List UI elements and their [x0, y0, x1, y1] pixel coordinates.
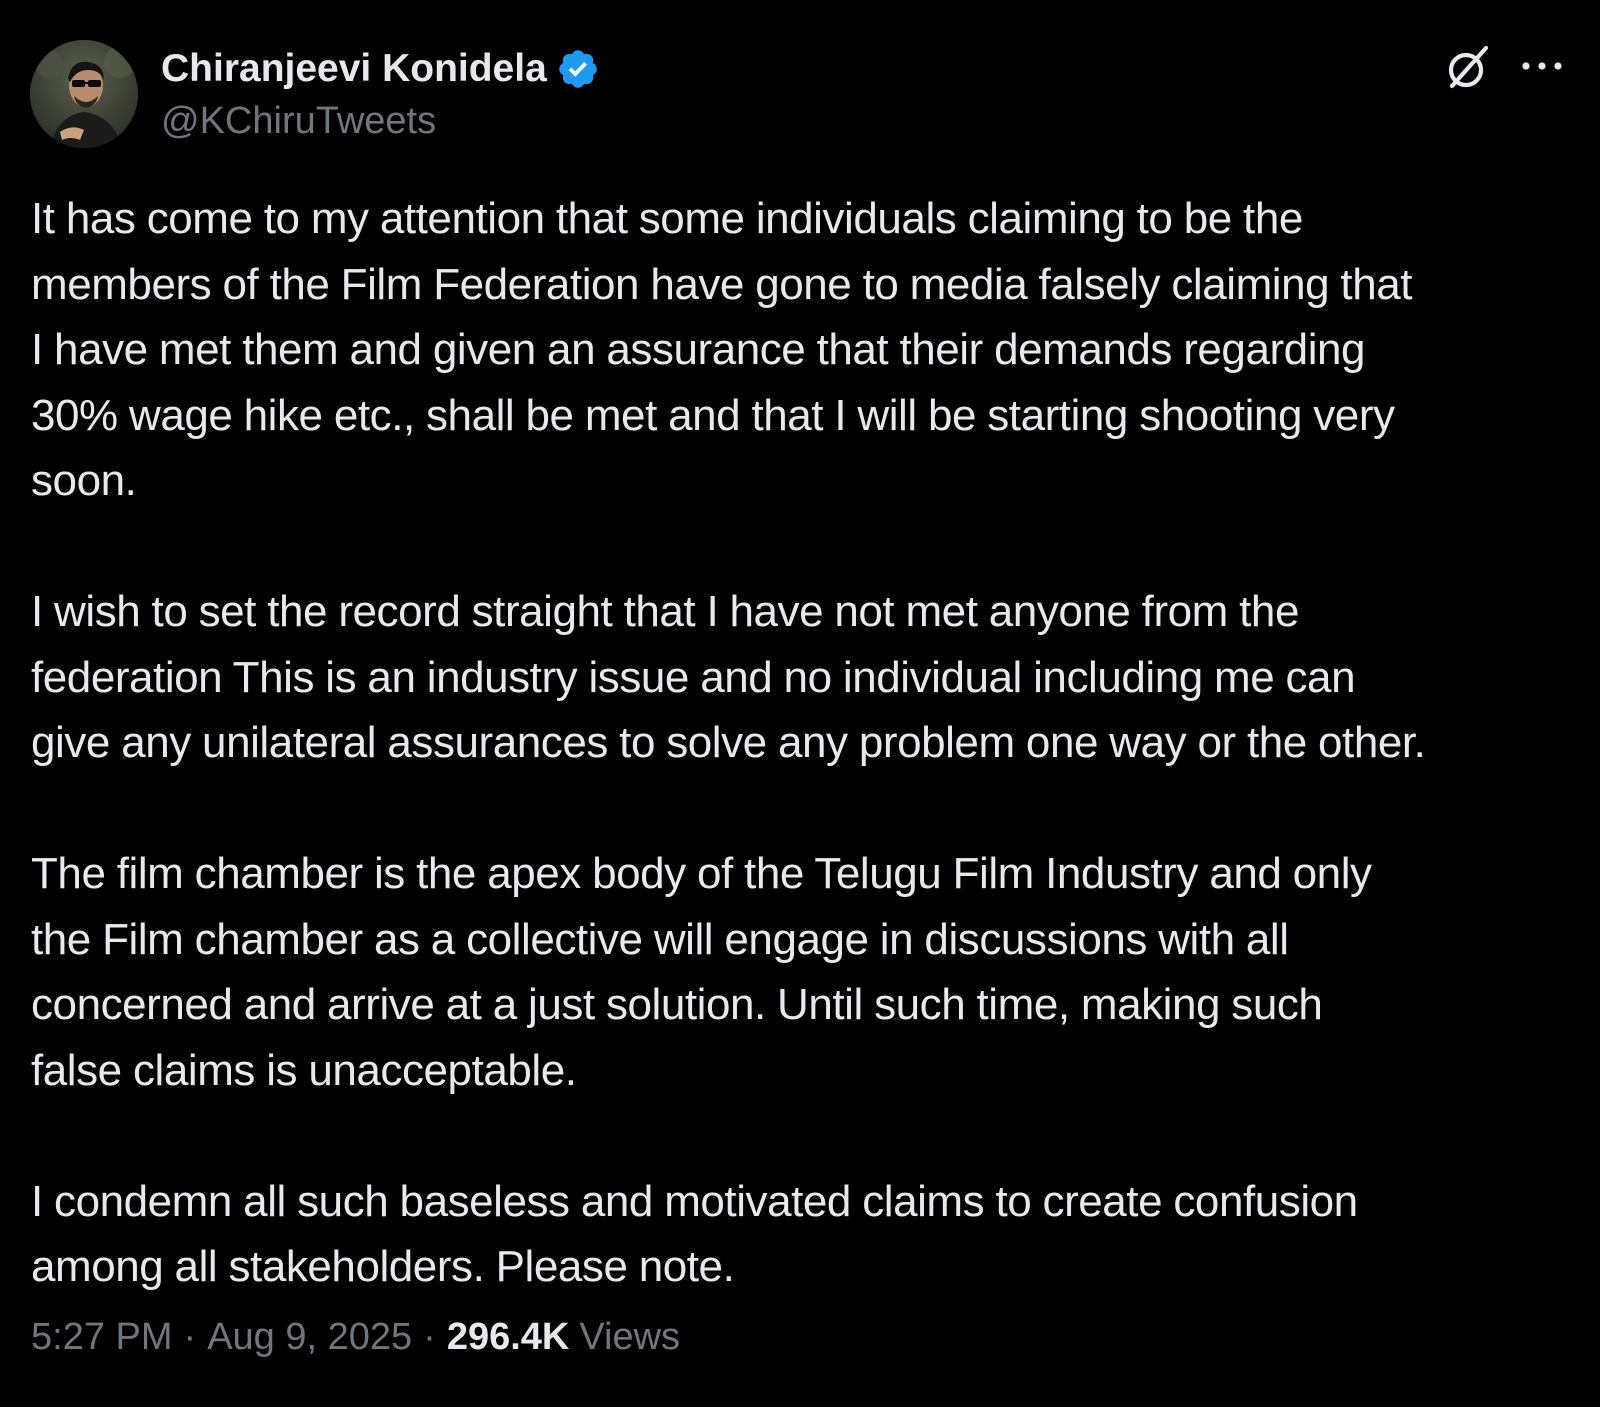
- more-options-icon[interactable]: [1520, 52, 1564, 80]
- tweet-meta: 5:27 PM · Aug 9, 2025 · 296.4K Views: [31, 1316, 680, 1359]
- tweet-text: It has come to my attention that some in…: [31, 186, 1586, 1300]
- author-display-name[interactable]: Chiranjeevi Konidela: [161, 47, 547, 91]
- meta-separator: ·: [423, 1316, 436, 1358]
- tweet-time[interactable]: 5:27 PM: [31, 1316, 173, 1359]
- grok-icon[interactable]: [1444, 44, 1492, 92]
- tweet-paragraph: It has come to my attention that some in…: [31, 194, 1413, 505]
- author-handle[interactable]: @KChiruTweets: [161, 100, 436, 143]
- verified-badge-icon[interactable]: [556, 47, 600, 91]
- tweet-paragraph: I wish to set the record straight that I…: [31, 587, 1426, 767]
- tweet-paragraph: I condemn all such baseless and motivate…: [31, 1176, 1358, 1292]
- tweet-paragraph: The film chamber is the apex body of the…: [31, 849, 1372, 1095]
- tweet-card: Chiranjeevi Konidela @KChiruTweets It ha…: [0, 0, 1600, 1407]
- tweet-date[interactable]: Aug 9, 2025: [207, 1316, 412, 1359]
- profile-photo-icon: [30, 40, 138, 148]
- author-avatar[interactable]: [30, 40, 138, 148]
- meta-separator: ·: [183, 1316, 197, 1358]
- author-name-row: Chiranjeevi Konidela: [161, 44, 600, 94]
- views-label: Views: [579, 1316, 681, 1358]
- views-count: 296.4K: [446, 1316, 570, 1358]
